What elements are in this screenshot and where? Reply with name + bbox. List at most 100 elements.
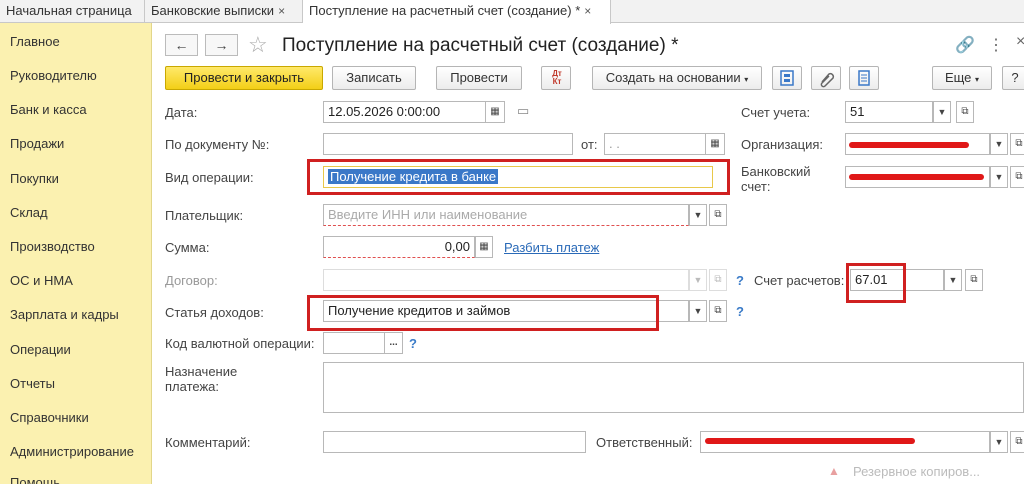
arrow-left-icon: ← <box>174 37 189 53</box>
income-item-label: Статья доходов: <box>165 305 264 320</box>
sidebar-item-manager[interactable]: Руководителю <box>10 68 97 83</box>
open-icon[interactable]: ⧉ <box>1010 431 1024 453</box>
settlement-account-field[interactable]: 67.01 <box>850 269 944 291</box>
chevron-down-icon: ▾ <box>975 75 980 84</box>
open-icon[interactable]: ⧉ <box>1010 166 1024 188</box>
sidebar-item-main[interactable]: Главное <box>10 34 60 49</box>
create-based-on-button[interactable]: Создать на основании ▾ <box>592 66 762 90</box>
chevron-down-icon: ▼ <box>689 269 707 291</box>
help-button[interactable]: ? <box>1002 66 1024 90</box>
sidebar-item-operations[interactable]: Операции <box>10 342 71 357</box>
tab-bank-statements[interactable]: Банковские выписки × <box>145 0 303 23</box>
more-vertical-icon[interactable]: ⋮ <box>988 35 1004 55</box>
forward-button[interactable]: → <box>205 34 238 56</box>
close-icon[interactable]: × <box>584 4 591 18</box>
star-icon[interactable]: ☆ <box>248 32 268 58</box>
page-title: Поступление на расчетный счет (создание)… <box>282 35 679 56</box>
attach-button[interactable] <box>811 66 841 90</box>
comment-field[interactable] <box>323 431 586 453</box>
sidebar-item-salary[interactable]: Зарплата и кадры <box>10 307 119 322</box>
date-label: Дата: <box>165 105 198 120</box>
from-date-field[interactable]: . . <box>604 133 706 155</box>
doc-number-field[interactable] <box>323 133 573 155</box>
income-item-field[interactable]: Получение кредитов и займов <box>323 300 689 322</box>
bank-account-label-line2: счет: <box>741 179 771 194</box>
open-icon[interactable]: ⧉ <box>709 300 727 322</box>
payer-label: Плательщик: <box>165 208 244 223</box>
chevron-down-icon[interactable]: ▼ <box>990 431 1008 453</box>
organization-label: Организация: <box>741 137 824 152</box>
notification-toast[interactable]: ▲ Резервное копиров... <box>820 461 1020 484</box>
calendar-icon[interactable]: ▦ <box>485 101 505 123</box>
help-question-icon[interactable]: ? <box>409 336 417 351</box>
contract-label: Договор: <box>165 273 218 288</box>
purpose-label: Назначение платежа: <box>165 364 237 394</box>
chevron-down-icon[interactable]: ▼ <box>990 166 1008 188</box>
dt-kt-button[interactable]: Дт Кт <box>541 66 571 90</box>
sidebar-item-help[interactable]: Помощь <box>10 475 60 484</box>
bank-account-label: Банковский счет: <box>741 164 810 194</box>
open-icon[interactable]: ⧉ <box>956 101 974 123</box>
chevron-down-icon[interactable]: ▼ <box>990 133 1008 155</box>
more-button[interactable]: Еще ▾ <box>932 66 992 90</box>
tab-bank-statements-label: Банковские выписки <box>151 3 275 18</box>
open-icon[interactable]: ⧉ <box>1010 133 1024 155</box>
more-label: Еще <box>944 70 972 85</box>
currency-code-label: Код валютной операции: <box>165 336 315 351</box>
date-field[interactable]: 12.05.2026 0:00:00 <box>323 101 486 123</box>
help-question-icon[interactable]: ? <box>736 273 744 288</box>
chevron-down-icon[interactable]: ▼ <box>689 300 707 322</box>
document-icon <box>858 70 870 86</box>
sidebar-item-references[interactable]: Справочники <box>10 410 89 425</box>
tab-receipt-create[interactable]: Поступление на расчетный счет (создание)… <box>303 0 611 24</box>
tab-home-label: Начальная страница <box>6 3 132 18</box>
close-icon[interactable]: × <box>278 4 285 18</box>
post-and-close-button[interactable]: Провести и закрыть <box>165 66 323 90</box>
open-icon: ⧉ <box>709 269 727 291</box>
sidebar-item-production[interactable]: Производство <box>10 239 95 254</box>
sidebar-item-fixed-assets[interactable]: ОС и НМА <box>10 273 73 288</box>
post-button[interactable]: Провести <box>436 66 522 90</box>
redaction-mark <box>705 438 915 444</box>
account-field[interactable]: 51 <box>845 101 933 123</box>
calculator-icon[interactable]: ▦ <box>475 236 493 258</box>
sidebar-item-warehouse[interactable]: Склад <box>10 205 48 220</box>
sidebar-item-purchases[interactable]: Покупки <box>10 171 59 186</box>
warning-icon: ▲ <box>828 464 840 478</box>
dt-kt-icon: Дт Кт <box>552 69 562 86</box>
operation-type-field[interactable]: Получение кредита в банке <box>323 166 713 188</box>
doc-number-label: По документу №: <box>165 137 270 152</box>
structure-button[interactable] <box>772 66 802 90</box>
sidebar-item-sales[interactable]: Продажи <box>10 136 64 151</box>
save-button[interactable]: Записать <box>332 66 416 90</box>
sidebar: Главное Руководителю Банк и касса Продаж… <box>0 23 152 484</box>
calendar-icon[interactable]: ▦ <box>705 133 725 155</box>
sidebar-item-bank-cash[interactable]: Банк и касса <box>10 102 87 117</box>
currency-code-field[interactable] <box>323 332 385 354</box>
chevron-down-icon[interactable]: ▼ <box>689 204 707 226</box>
open-icon[interactable]: ⧉ <box>709 204 727 226</box>
open-icon[interactable]: ⧉ <box>965 269 983 291</box>
sum-field[interactable]: 0,00 <box>323 236 475 258</box>
settlement-account-label: Счет расчетов: <box>754 273 845 288</box>
operation-type-label: Вид операции: <box>165 170 254 185</box>
payer-field[interactable]: Введите ИНН или наименование <box>323 204 689 226</box>
help-question-icon[interactable]: ? <box>736 304 744 319</box>
sidebar-item-administration[interactable]: Администрирование <box>10 444 134 459</box>
responsible-label: Ответственный: <box>596 435 693 450</box>
close-icon[interactable]: × <box>1016 33 1024 51</box>
split-payment-link[interactable]: Разбить платеж <box>504 240 599 255</box>
comment-icon[interactable]: ▭ <box>517 103 529 119</box>
chevron-down-icon: ▾ <box>744 75 749 84</box>
sidebar-item-reports[interactable]: Отчеты <box>10 376 55 391</box>
bank-account-label-line1: Банковский <box>741 164 811 179</box>
back-button[interactable]: ← <box>165 34 198 56</box>
comment-label: Комментарий: <box>165 435 251 450</box>
purpose-textarea[interactable] <box>323 362 1024 413</box>
tab-home[interactable]: Начальная страница <box>0 0 145 23</box>
chevron-down-icon[interactable]: ▼ <box>944 269 962 291</box>
chevron-down-icon[interactable]: ▼ <box>933 101 951 123</box>
link-icon[interactable]: 🔗 <box>955 35 975 55</box>
print-button[interactable] <box>849 66 879 90</box>
select-button[interactable]: ... <box>384 332 403 354</box>
